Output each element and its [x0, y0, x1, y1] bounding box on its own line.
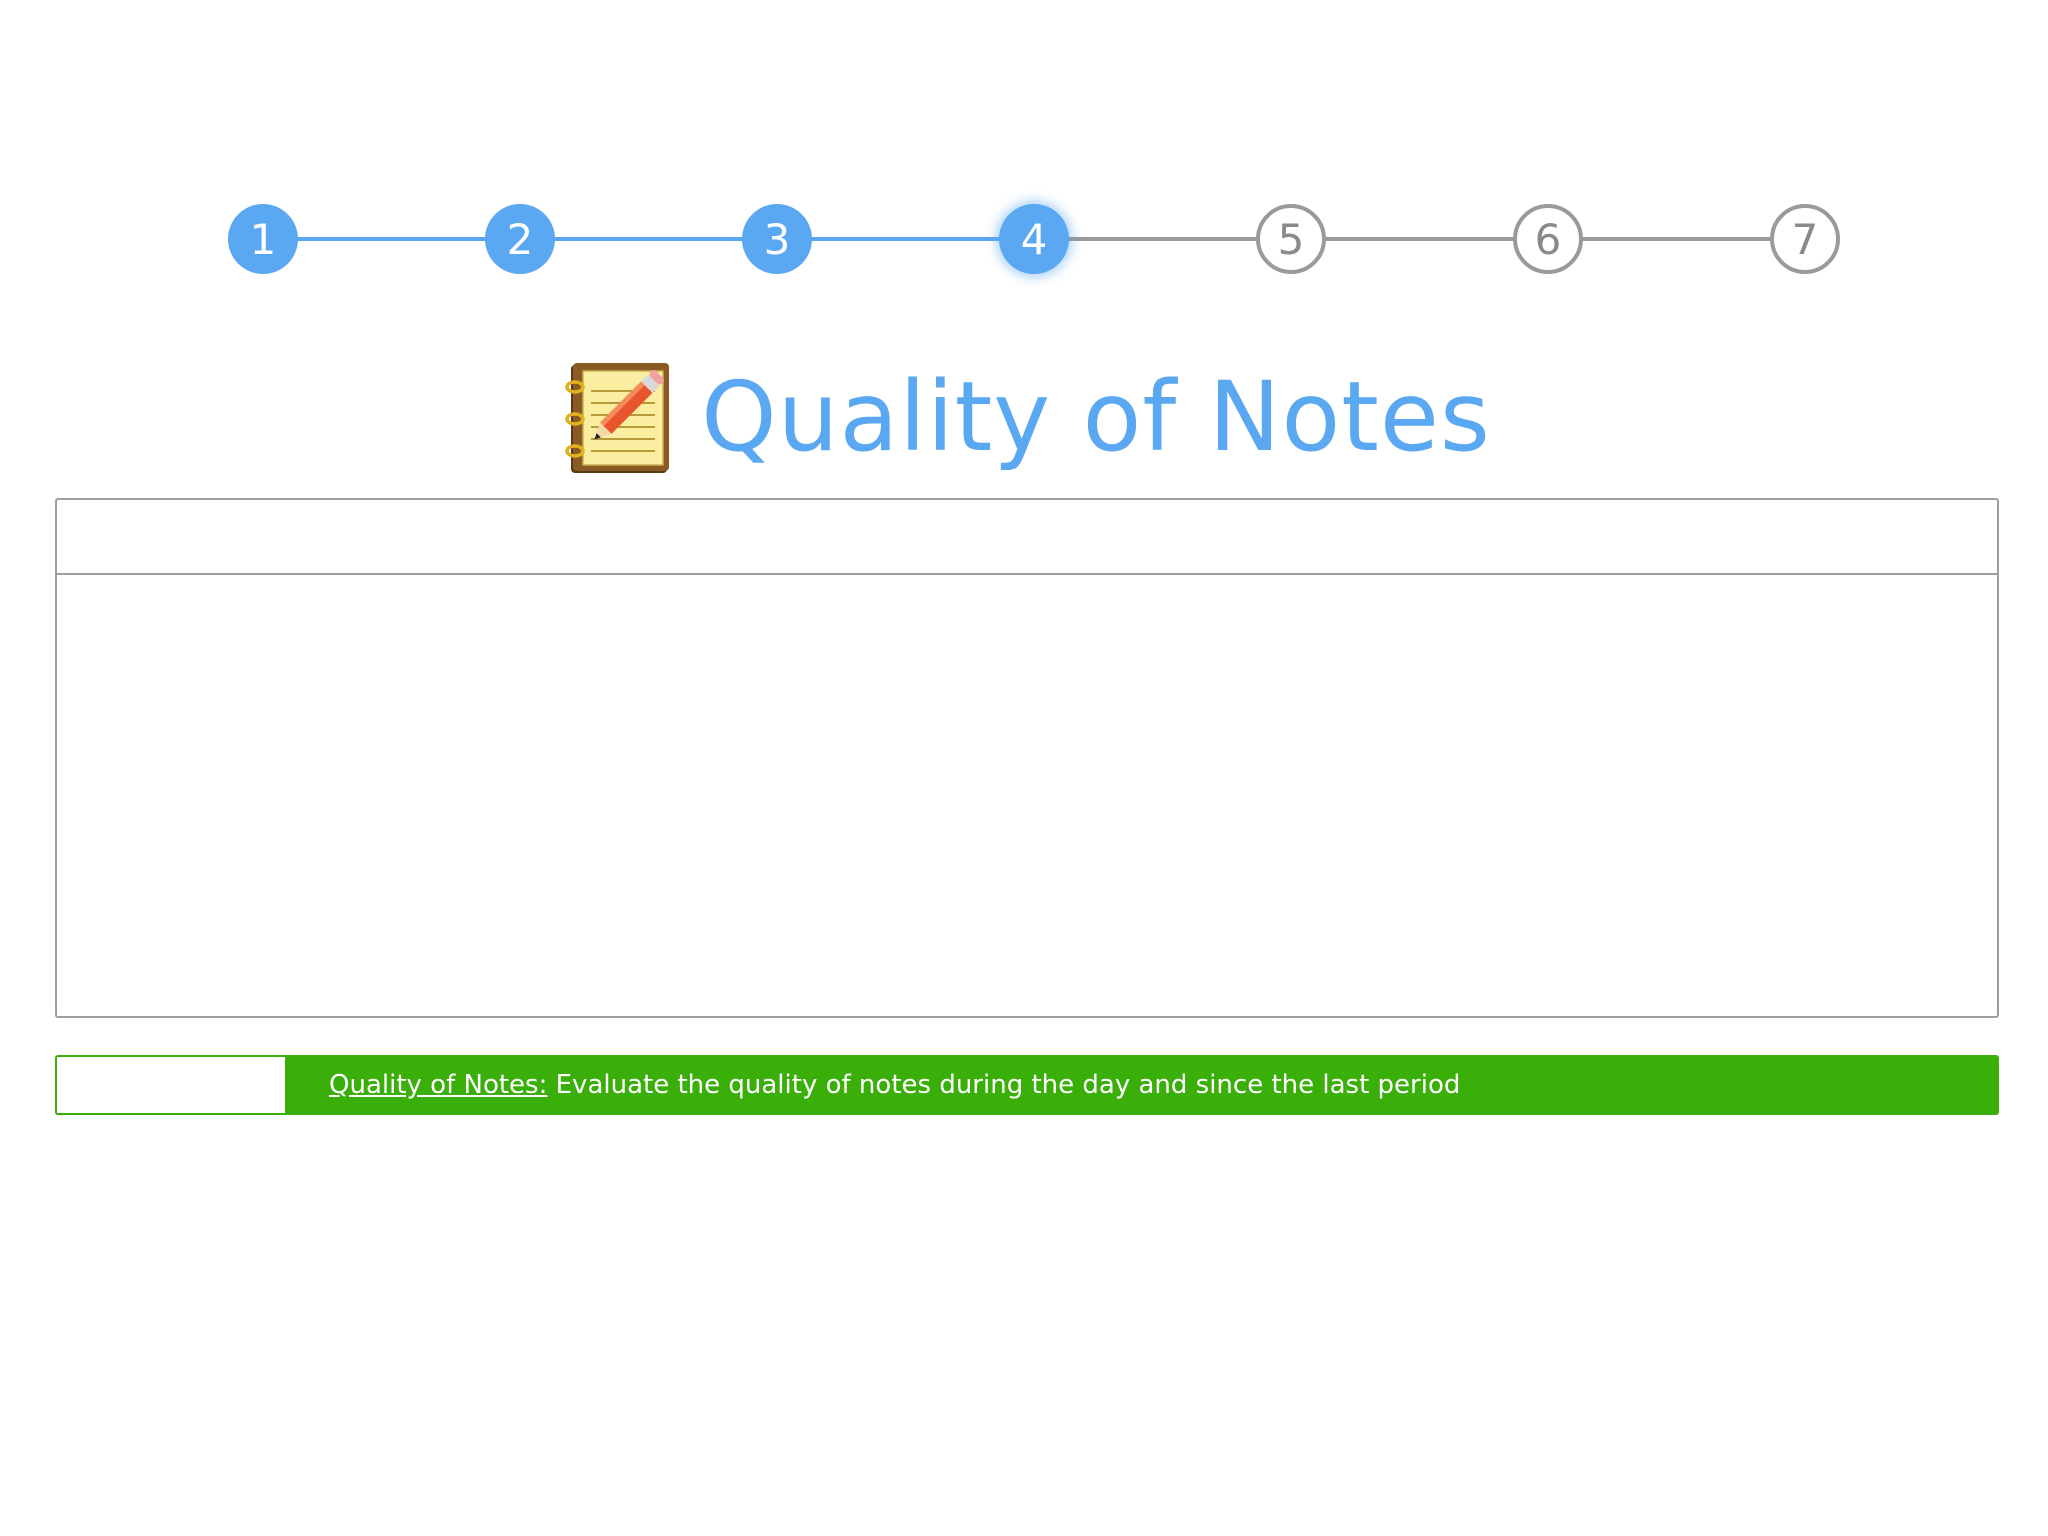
step-connector-4-5: [1034, 237, 1291, 241]
step-5[interactable]: 5: [1256, 204, 1326, 274]
panel-body: [57, 575, 1997, 1016]
page-header: Quality of Notes: [0, 352, 2048, 482]
step-4[interactable]: 4: [999, 204, 1069, 274]
info-text: Quality of Notes: Evaluate the quality o…: [329, 1070, 1460, 1100]
info-bar: Quality of Notes: Evaluate the quality o…: [55, 1055, 1999, 1115]
info-description: Evaluate the quality of notes during the…: [547, 1070, 1461, 1100]
step-connector-6-7: [1548, 237, 1805, 241]
content-panel: [55, 498, 1999, 1018]
stepper: 1 2 3 4 5 6 7: [228, 204, 1840, 274]
page: 1 2 3 4 5 6 7 Quality of Notes Quality o…: [0, 0, 2048, 1536]
step-connector-5-6: [1291, 237, 1548, 241]
step-3[interactable]: 3: [742, 204, 812, 274]
step-1[interactable]: 1: [228, 204, 298, 274]
step-connector-1-2: [263, 237, 520, 241]
page-title: Quality of Notes: [701, 361, 1491, 473]
quality-of-notes-link[interactable]: Quality of Notes:: [329, 1070, 547, 1100]
notes-quality-input[interactable]: [57, 1057, 285, 1113]
step-7[interactable]: 7: [1770, 204, 1840, 274]
step-2[interactable]: 2: [485, 204, 555, 274]
panel-header: [57, 500, 1997, 575]
notebook-pencil-icon: [565, 363, 670, 473]
step-connector-2-3: [520, 237, 777, 241]
step-6[interactable]: 6: [1513, 204, 1583, 274]
step-connector-3-4: [777, 237, 1034, 241]
